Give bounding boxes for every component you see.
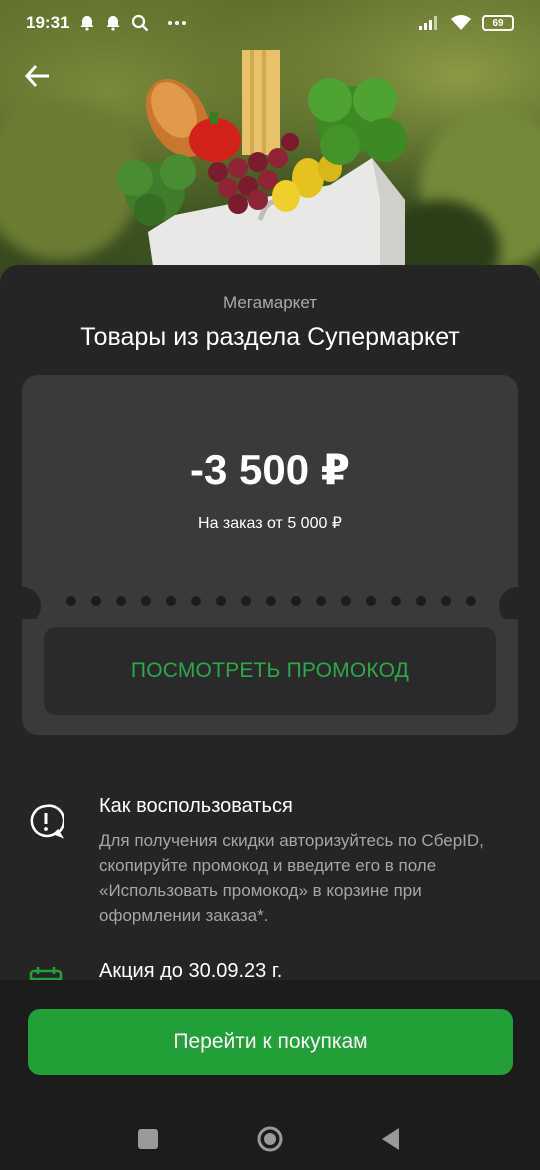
how-to-use-text: Для получения скидки авторизуйтесь по Сб…	[99, 831, 484, 925]
partner-name: Мегамаркет	[223, 293, 317, 312]
back-button[interactable]	[22, 60, 58, 96]
show-promocode-button[interactable]: ПОСМОТРЕТЬ ПРОМОКОД	[44, 627, 496, 715]
battery-level: 69	[492, 17, 504, 29]
go-shopping-button[interactable]: Перейти к покупкам	[28, 1009, 513, 1075]
alert-circle-icon	[30, 804, 64, 839]
status-bar: 19:31 69	[0, 0, 540, 46]
coupon-card: -3 500 ₽ На заказ от 5 000 ₽ ПОСМОТРЕТЬ …	[3, 375, 537, 735]
discount-condition: На заказ от 5 000 ₽	[198, 515, 342, 532]
alarm-icon	[80, 16, 94, 31]
coupon-top: -3 500 ₽ На заказ от 5 000 ₽	[22, 375, 518, 593]
wifi-icon	[451, 15, 471, 30]
signal-icon	[419, 16, 437, 30]
home-icon[interactable]	[255, 1124, 285, 1154]
discount-amount: -3 500 ₽	[190, 446, 350, 493]
recents-icon[interactable]	[133, 1124, 163, 1154]
arrow-left-icon	[24, 64, 49, 88]
coupon-perforation	[22, 589, 518, 623]
search-icon	[132, 14, 149, 32]
perforation-dots	[66, 596, 476, 606]
offer-title: Товары из раздела Супермаркет	[80, 323, 460, 351]
back-nav-icon[interactable]	[377, 1124, 407, 1154]
system-navigation-bar	[0, 1110, 540, 1170]
status-time: 19:31	[26, 13, 70, 32]
how-to-use-heading: Как воспользоваться	[99, 795, 293, 817]
battery-icon: 69	[482, 15, 514, 31]
more-icon	[168, 21, 187, 25]
alarm-icon	[106, 16, 120, 31]
